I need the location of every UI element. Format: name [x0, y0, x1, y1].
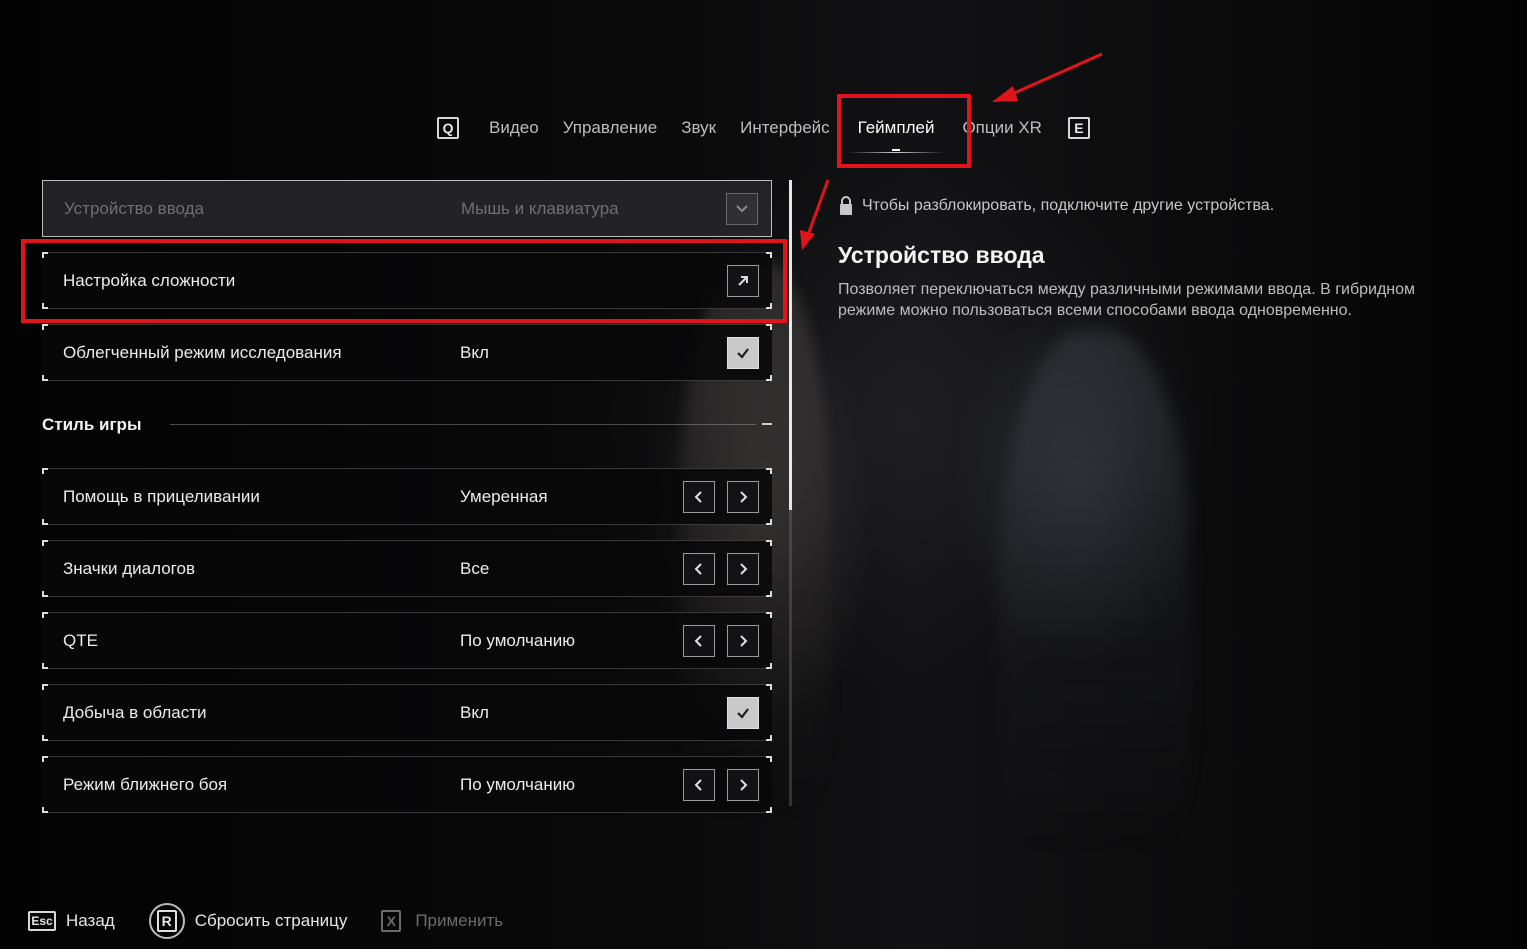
setting-aim-assist[interactable]: Помощь в прицеливании Умеренная: [42, 468, 772, 525]
chevron-left-icon: [694, 634, 702, 647]
annotation-arrow-to-tab: [992, 52, 1103, 102]
next-option-button[interactable]: [727, 768, 759, 801]
x-key-icon: X: [381, 910, 402, 932]
previous-option-button[interactable]: [683, 552, 715, 585]
settings-tab-bar: Q Видео Управление Звук Интерфейс Геймпл…: [0, 108, 1527, 153]
setting-value: Все: [460, 558, 490, 578]
setting-label: Добыча в области: [63, 702, 207, 722]
chevron-right-icon: [740, 562, 748, 575]
setting-label: Устройство ввода: [64, 198, 204, 218]
reset-page-button[interactable]: R Сбросить страницу: [148, 903, 348, 939]
lock-notice-text: Чтобы разблокировать, подключите другие …: [862, 197, 1275, 214]
setting-value: Вкл: [460, 342, 489, 362]
setting-qte[interactable]: QTE По умолчанию: [42, 612, 772, 669]
lock-notice: Чтобы разблокировать, подключите другие …: [838, 196, 1418, 216]
dropdown-button[interactable]: [726, 192, 758, 225]
setting-label: QTE: [63, 630, 98, 650]
next-tab-key-icon[interactable]: E: [1067, 117, 1090, 139]
section-title: Стиль игры: [42, 414, 142, 434]
chevron-left-icon: [694, 490, 702, 503]
chevron-down-icon: [736, 204, 748, 212]
chevron-right-icon: [740, 778, 748, 791]
setting-value: По умолчанию: [460, 774, 575, 794]
back-label: Назад: [66, 911, 115, 930]
chevron-right-icon: [740, 490, 748, 503]
external-arrow-icon: [738, 275, 748, 286]
setting-value: Умеренная: [460, 486, 548, 506]
scrollbar-thumb[interactable]: [789, 180, 792, 510]
previous-option-button[interactable]: [683, 624, 715, 657]
chevron-right-icon: [740, 634, 748, 647]
settings-list: Устройство ввода Мышь и клавиатура Настр…: [42, 180, 772, 828]
setting-difficulty[interactable]: Настройка сложности: [42, 252, 772, 309]
next-option-button[interactable]: [727, 552, 759, 585]
setting-info-panel: Чтобы разблокировать, подключите другие …: [838, 196, 1418, 321]
checkbox[interactable]: [727, 696, 759, 729]
setting-dialog-icons[interactable]: Значки диалогов Все: [42, 540, 772, 597]
apply-button[interactable]: X Применить: [381, 910, 503, 932]
setting-melee-mode[interactable]: Режим ближнего боя По умолчанию: [42, 756, 772, 813]
next-option-button[interactable]: [727, 624, 759, 657]
apply-label: Применить: [415, 911, 504, 930]
collapse-icon[interactable]: [762, 423, 772, 425]
setting-label: Облегченный режим исследования: [63, 342, 342, 362]
settings-scrollbar[interactable]: [789, 180, 792, 806]
next-option-button[interactable]: [727, 480, 759, 513]
chevron-left-icon: [694, 778, 702, 791]
lock-icon: [840, 196, 852, 215]
setting-label: Режим ближнего боя: [63, 774, 228, 794]
back-button[interactable]: Esc Назад: [28, 911, 115, 931]
esc-key-icon: Esc: [28, 911, 56, 931]
setting-value: Мышь и клавиатура: [461, 198, 619, 218]
setting-label: Помощь в прицеливании: [63, 486, 260, 506]
tab-video[interactable]: Видео: [477, 111, 551, 145]
previous-option-button[interactable]: [683, 768, 715, 801]
tab-controls[interactable]: Управление: [551, 111, 670, 145]
chevron-left-icon: [694, 562, 702, 575]
section-play-style: Стиль игры: [42, 396, 772, 453]
reset-label: Сбросить страницу: [194, 911, 348, 930]
tab-sound[interactable]: Звук: [669, 111, 728, 145]
info-description: Позволяет переключаться между различными…: [838, 281, 1416, 319]
tab-xr-options[interactable]: Опции XR: [950, 111, 1054, 145]
setting-value: Вкл: [460, 702, 489, 722]
open-submenu-button[interactable]: [727, 264, 759, 297]
game-settings-screen: Q Видео Управление Звук Интерфейс Геймпл…: [0, 0, 1527, 949]
setting-label: Настройка сложности: [63, 270, 236, 290]
footer-actions: Esc Назад R Сбросить страницу X Применит…: [28, 902, 537, 940]
prev-tab-key-icon[interactable]: Q: [437, 117, 460, 139]
section-divider: [170, 424, 756, 425]
annotation-arrow-to-row: [800, 179, 830, 250]
setting-label: Значки диалогов: [63, 558, 195, 578]
check-icon: [737, 347, 749, 359]
info-title: Устройство ввода: [838, 242, 1045, 268]
setting-area-loot[interactable]: Добыча в области Вкл: [42, 684, 772, 741]
previous-option-button[interactable]: [683, 480, 715, 513]
setting-easy-exploration[interactable]: Облегченный режим исследования Вкл: [42, 324, 772, 381]
setting-input-device[interactable]: Устройство ввода Мышь и клавиатура: [42, 180, 772, 237]
background-character-right: [1000, 330, 1190, 850]
tab-interface[interactable]: Интерфейс: [728, 111, 842, 145]
check-icon: [737, 707, 749, 719]
checkbox[interactable]: [727, 336, 759, 369]
r-key-icon: R: [148, 903, 185, 939]
setting-value: По умолчанию: [460, 630, 575, 650]
tab-gameplay[interactable]: Геймплей: [842, 111, 951, 153]
